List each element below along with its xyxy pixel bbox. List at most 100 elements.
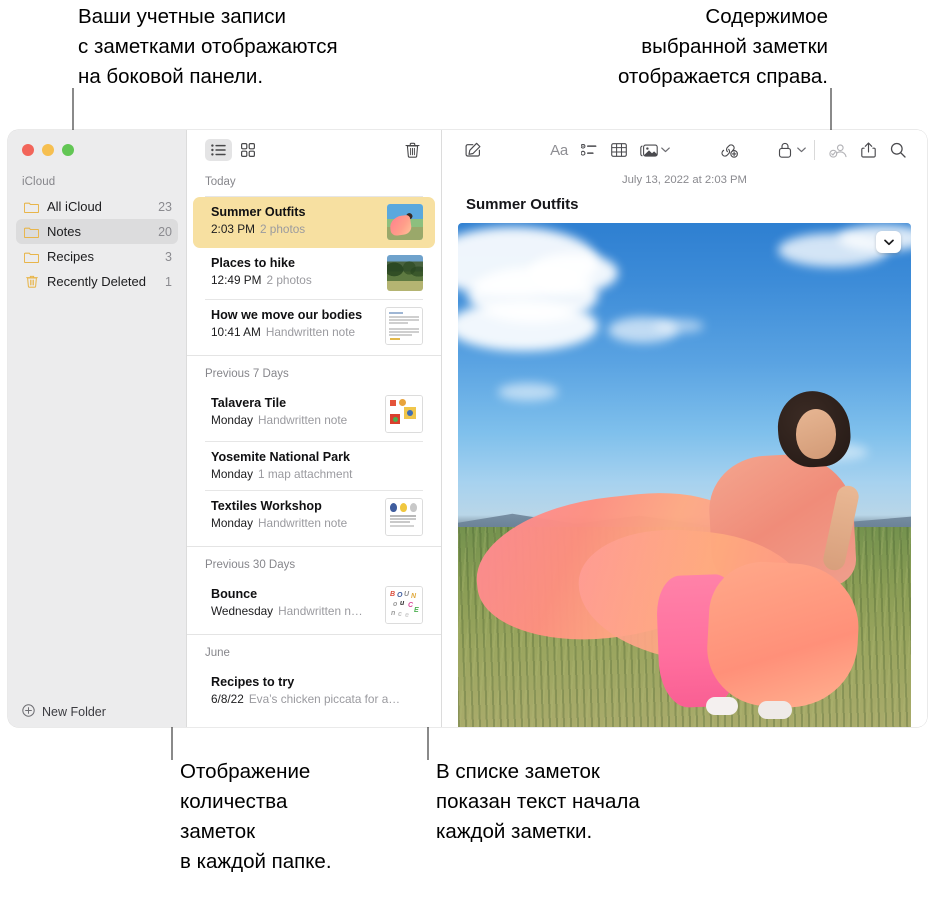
note-meta: Monday 1 map attachment [211, 466, 423, 482]
note-list-item-bounce[interactable]: Bounce Wednesday Handwritten n… B O U N o… [193, 579, 435, 632]
table-button[interactable] [604, 137, 634, 163]
note-list-item-how-we-move-our-bodies[interactable]: How we move our bodies 10:41 AM Handwritt… [193, 300, 435, 353]
note-title: Places to hike [211, 256, 295, 270]
note-title: Recipes to try [211, 675, 295, 689]
photo-options-button[interactable] [876, 231, 901, 253]
woman-in-pink-dress-photo [458, 223, 911, 727]
callout-bottom-left: Отображение количества заметок в каждой … [180, 760, 332, 873]
note-group-header: Previous 30 Days [187, 546, 441, 579]
lock-note-button[interactable] [770, 137, 800, 163]
new-folder-label: New Folder [42, 705, 106, 719]
gallery-view-button[interactable] [234, 139, 261, 161]
note-detail-title: Summer Outfits [466, 196, 579, 213]
callout-top-left: Ваши учетные записи с заметками отобража… [78, 5, 338, 88]
plus-circle-icon [22, 704, 35, 720]
note-time: Wednesday [211, 604, 274, 618]
note-list-item-talavera-tile[interactable]: Talavera Tile Monday Handwritten note [193, 388, 435, 441]
note-list-item-yosemite-national-park[interactable]: Yosemite National Park Monday 1 map attac… [193, 442, 435, 490]
handwritten-doc-thumb [386, 308, 422, 344]
note-thumbnail [387, 204, 423, 240]
chevron-down-icon [883, 233, 894, 251]
sidebar-item-recently-deleted[interactable]: Recently Deleted 1 [16, 269, 178, 294]
folder-note-count: 20 [158, 224, 172, 239]
sidebar-item-label: All iCloud [47, 199, 102, 214]
note-list-item-places-to-hike[interactable]: Places to hike 12:49 PM 2 photos [193, 248, 435, 299]
note-snippet: Handwritten note [257, 413, 348, 427]
folder-icon [23, 249, 40, 265]
callout-bottom-right: В списке заметок показан текст начала ка… [436, 760, 640, 843]
note-meta: 2:03 PM 2 photos [211, 221, 379, 237]
compose-note-button[interactable] [458, 137, 488, 163]
note-meta: Monday Handwritten note [211, 412, 377, 428]
folder-note-count: 1 [165, 274, 172, 289]
minimize-button[interactable] [42, 144, 54, 156]
view-mode-switch [205, 139, 261, 161]
folder-note-count: 23 [158, 199, 172, 214]
lock-dropdown-button[interactable] [797, 147, 806, 153]
screenshot-root: Ваши учетные записи с заметками отобража… [0, 0, 935, 897]
note-detail-pane: Aa July 13, 2022 at 2:03 PM Summer Outfi… [442, 130, 927, 727]
note-time: 12:49 PM [211, 273, 262, 287]
model-face [796, 409, 836, 459]
bounce-lettering-thumb: B O U N o u C E n c e [386, 587, 422, 623]
new-folder-button[interactable]: New Folder [8, 697, 186, 727]
note-text: Summer Outfits 2:03 PM 2 photos [211, 204, 379, 237]
note-text: Bounce Wednesday Handwritten n… [211, 586, 377, 619]
note-meta: 10:41 AM Handwritten note [211, 324, 377, 340]
note-list-item-recipes-to-try[interactable]: Recipes to try 6/8/22 Eva’s chicken picca… [193, 667, 435, 715]
note-toolbar: Aa [442, 130, 927, 170]
note-snippet: Handwritten note [265, 325, 356, 339]
tile-sketch-thumb [386, 396, 422, 432]
window-controls [8, 130, 186, 156]
note-meta: Wednesday Handwritten n… [211, 603, 377, 619]
note-time: Monday [211, 516, 253, 530]
note-meta: 12:49 PM 2 photos [211, 272, 379, 288]
checklist-button[interactable] [574, 137, 604, 163]
sidebar-item-all-icloud[interactable]: All iCloud 23 [16, 194, 178, 219]
list-view-button[interactable] [205, 139, 232, 161]
search-button[interactable] [883, 137, 913, 163]
note-text: Recipes to try 6/8/22 Eva’s chicken picca… [211, 674, 423, 707]
note-list-item-textiles-workshop[interactable]: Textiles Workshop Monday Handwritten note [193, 491, 435, 544]
note-title: Bounce [211, 587, 258, 601]
note-list-item-summer-outfits[interactable]: Summer Outfits 2:03 PM 2 photos [193, 197, 435, 248]
model-shoe-right [758, 701, 792, 719]
note-time: Monday [211, 467, 253, 481]
note-title: How we move our bodies [211, 308, 363, 322]
note-time: 6/8/22 [211, 692, 244, 706]
note-photo-attachment[interactable] [458, 223, 911, 727]
note-text: Textiles Workshop Monday Handwritten note [211, 498, 377, 531]
note-meta: Monday Handwritten note [211, 515, 377, 531]
trash-icon [23, 274, 40, 290]
close-button[interactable] [22, 144, 34, 156]
add-link-button[interactable] [714, 137, 744, 163]
folder-icon [23, 199, 40, 215]
note-date: July 13, 2022 at 2:03 PM [622, 174, 747, 186]
note-thumbnail [385, 307, 423, 345]
note-title: Textiles Workshop [211, 499, 322, 513]
sidebar-item-notes[interactable]: Notes 20 [16, 219, 178, 244]
toolbar-separator [814, 140, 815, 160]
sidebar: iCloud All iCloud 23 Notes 20 Recipes 3 … [8, 130, 186, 727]
sidebar-item-recipes[interactable]: Recipes 3 [16, 244, 178, 269]
collaborate-button[interactable] [823, 137, 853, 163]
textiles-sketch-thumb [386, 499, 422, 535]
media-dropdown-button[interactable] [661, 147, 670, 153]
folder-icon [23, 224, 40, 240]
note-meta: 6/8/22 Eva’s chicken piccata for a… [211, 691, 423, 707]
summer-outfit-photo-thumb [387, 204, 423, 240]
media-button[interactable] [634, 137, 664, 163]
note-group-header: June [187, 634, 441, 667]
delete-note-button[interactable] [397, 137, 427, 163]
note-time: Monday [211, 413, 253, 427]
hike-photo-thumb [387, 255, 423, 291]
note-thumbnail: B O U N o u C E n c e [385, 586, 423, 624]
note-snippet: Handwritten note [257, 516, 348, 530]
share-button[interactable] [853, 137, 883, 163]
note-snippet: 2 photos [259, 222, 306, 236]
note-time: 2:03 PM [211, 222, 255, 236]
format-button[interactable]: Aa [544, 137, 574, 163]
note-list-toolbar [187, 130, 441, 170]
zoom-button[interactable] [62, 144, 74, 156]
